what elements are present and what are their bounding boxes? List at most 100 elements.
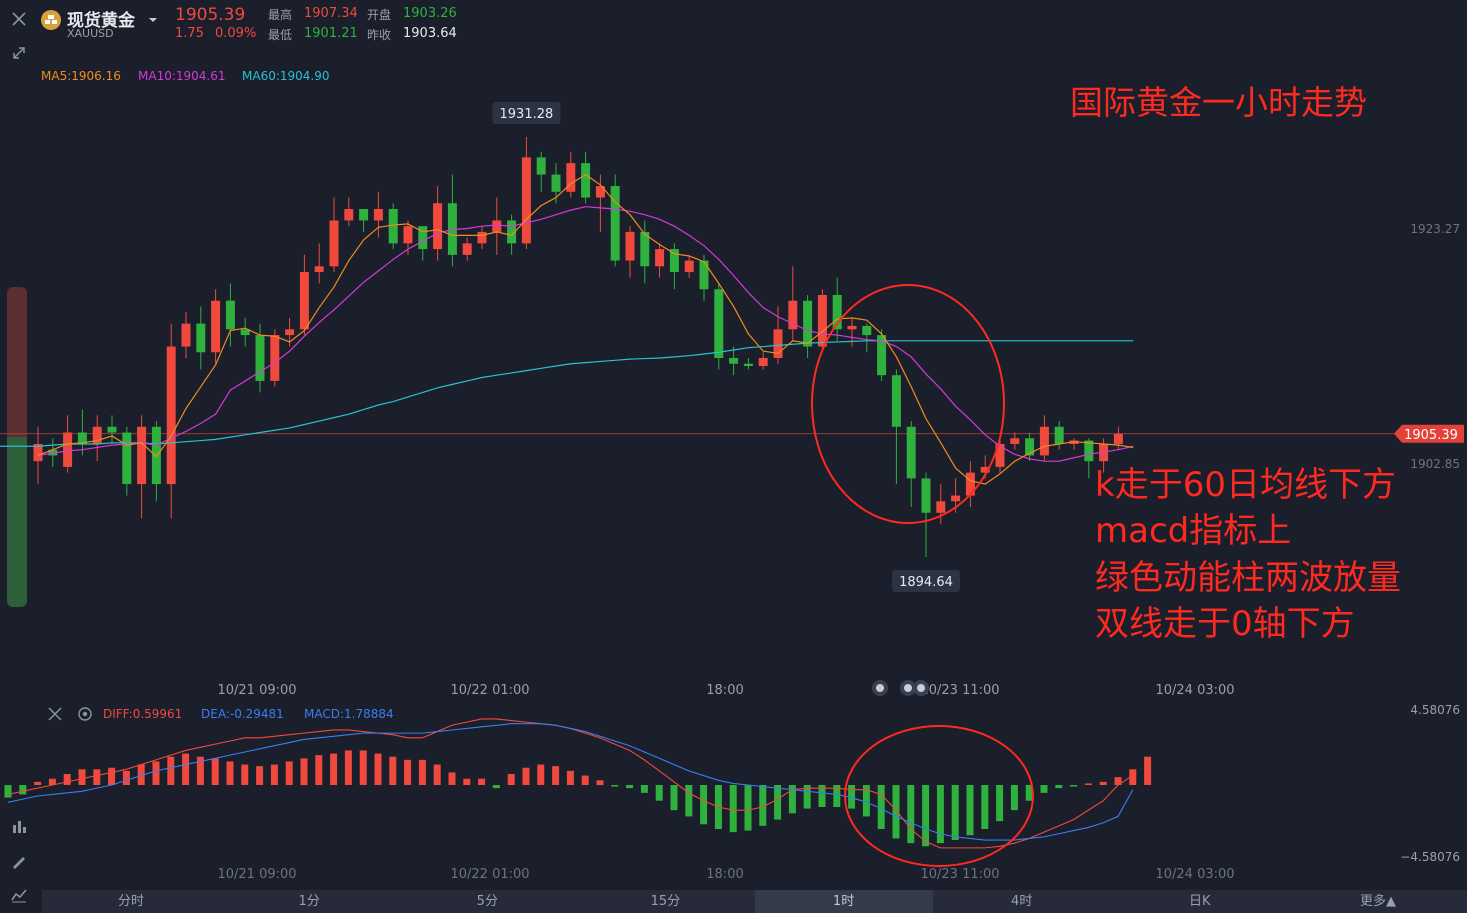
candle-body xyxy=(344,208,354,221)
dea-label: DEA:-0.29481 xyxy=(201,707,284,721)
macd-x-tick-label: 10/24 03:00 xyxy=(1155,867,1234,882)
candle-body xyxy=(329,220,339,267)
macd-histogram-bar xyxy=(359,750,367,785)
macd-x-tick-label: 10/21 09:00 xyxy=(217,867,296,882)
candle-body xyxy=(359,208,369,221)
macd-histogram-bar xyxy=(315,755,323,785)
candle-body xyxy=(803,300,813,347)
macd-histogram-bar xyxy=(63,773,71,785)
macd-histogram-bar xyxy=(389,756,397,785)
macd-histogram-bar xyxy=(1010,785,1018,811)
macd-histogram-bar xyxy=(670,785,678,811)
tab-15min[interactable]: 15分 xyxy=(576,890,754,913)
x-tick-label: 10/24 03:00 xyxy=(1155,683,1234,698)
macd-histogram-bar xyxy=(626,785,634,789)
candle-body xyxy=(107,426,117,433)
macd-histogram-bar xyxy=(1099,781,1107,785)
current-price-tag-label: 1905.39 xyxy=(1404,428,1458,443)
candle-body xyxy=(743,363,753,367)
macd-histogram-bar xyxy=(270,764,278,785)
tool-dot-center xyxy=(904,684,912,692)
candle-body xyxy=(403,226,413,244)
macd-histogram-bar xyxy=(892,785,900,839)
candle-body xyxy=(477,231,487,244)
candle-body xyxy=(433,203,443,250)
macd-histogram-bar xyxy=(1070,785,1078,787)
macd-histogram-bar xyxy=(241,764,249,785)
macd-histogram-bar xyxy=(182,753,190,785)
macd-histogram-bar xyxy=(774,785,782,820)
candle-body xyxy=(758,358,768,367)
macd-histogram-bar xyxy=(537,764,545,785)
macd-histogram-bar xyxy=(640,785,648,793)
candle-body xyxy=(137,426,147,485)
candle-body xyxy=(196,323,206,353)
macd-histogram-bar xyxy=(729,785,737,833)
candle-body xyxy=(462,243,472,255)
macd-histogram-bar xyxy=(478,778,486,785)
tab-1hour[interactable]: 1时 xyxy=(754,890,933,913)
annotation-title: 国际黄金一小时走势 xyxy=(1070,83,1367,122)
tab-more[interactable]: 更多▲ xyxy=(1289,890,1467,913)
macd-histogram-bar xyxy=(685,785,693,817)
macd-histogram-bar xyxy=(492,785,500,789)
close-indicator-icon[interactable] xyxy=(47,706,63,726)
tab-daily[interactable]: 日K xyxy=(1111,890,1289,913)
macd-histogram-bar xyxy=(226,761,234,785)
y-tick-label: 1902.85 xyxy=(1410,457,1460,471)
settings-icon[interactable] xyxy=(77,706,93,726)
macd-histogram-bar xyxy=(433,764,441,785)
high-marker-label: 1931.28 xyxy=(500,107,554,122)
candle-body xyxy=(181,323,191,347)
tool-dot-center xyxy=(876,684,884,692)
tab-timeline[interactable]: 分时 xyxy=(42,890,220,913)
candle-body xyxy=(1054,426,1064,444)
tab-1min[interactable]: 1分 xyxy=(220,890,398,913)
macd-histogram-bar xyxy=(581,775,589,785)
macd-histogram-bar xyxy=(655,785,663,801)
candle-body xyxy=(684,260,694,273)
macd-label: MACD:1.78884 xyxy=(304,707,394,721)
candle-body xyxy=(891,375,901,427)
macd-histogram-bar xyxy=(285,761,293,785)
candle-body xyxy=(388,208,398,244)
candle-body xyxy=(714,289,724,359)
candle-body xyxy=(166,346,176,485)
candle-body xyxy=(817,294,827,347)
candle-body xyxy=(936,501,946,513)
candle-body xyxy=(951,495,961,502)
macd-histogram-bar xyxy=(552,766,560,785)
candle-body xyxy=(581,163,591,198)
candle-body xyxy=(610,186,620,261)
candle-body xyxy=(285,329,295,336)
macd-histogram-bar xyxy=(611,785,619,787)
candle-body xyxy=(151,426,161,485)
macd-histogram-bar xyxy=(1144,756,1152,785)
price-chart[interactable]: 1923.27 1902.85 1905.39 1931.28 1894.64 10/21… xyxy=(0,0,1467,890)
macd-histogram-bar xyxy=(951,785,959,841)
macd-histogram-bar xyxy=(93,769,101,785)
candle-body xyxy=(536,157,546,175)
tab-4hour[interactable]: 4时 xyxy=(933,890,1111,913)
macd-histogram-bar xyxy=(966,785,974,836)
macd-histogram-bar xyxy=(374,753,382,785)
macd-x-tick-label: 10/23 11:00 xyxy=(920,867,999,882)
candle-body xyxy=(225,300,235,330)
candle-body xyxy=(521,157,531,244)
candle-body xyxy=(299,272,309,330)
macd-histogram-bar xyxy=(152,761,160,785)
macd-x-tick-label: 10/22 01:00 xyxy=(450,867,529,882)
candle-body xyxy=(906,426,916,479)
macd-histogram-bar xyxy=(1055,785,1063,789)
macd-histogram-bar xyxy=(4,785,12,798)
macd-histogram-bar xyxy=(78,769,86,785)
tab-5min[interactable]: 5分 xyxy=(398,890,576,913)
candle-body xyxy=(1010,438,1020,444)
macd-histogram-bar xyxy=(507,773,515,785)
macd-histogram-bar xyxy=(448,772,456,785)
candle-body xyxy=(373,208,383,221)
macd-histogram-bar xyxy=(34,781,42,785)
candle-body xyxy=(63,432,73,467)
candle-body xyxy=(729,358,739,364)
candle-body xyxy=(314,266,324,273)
